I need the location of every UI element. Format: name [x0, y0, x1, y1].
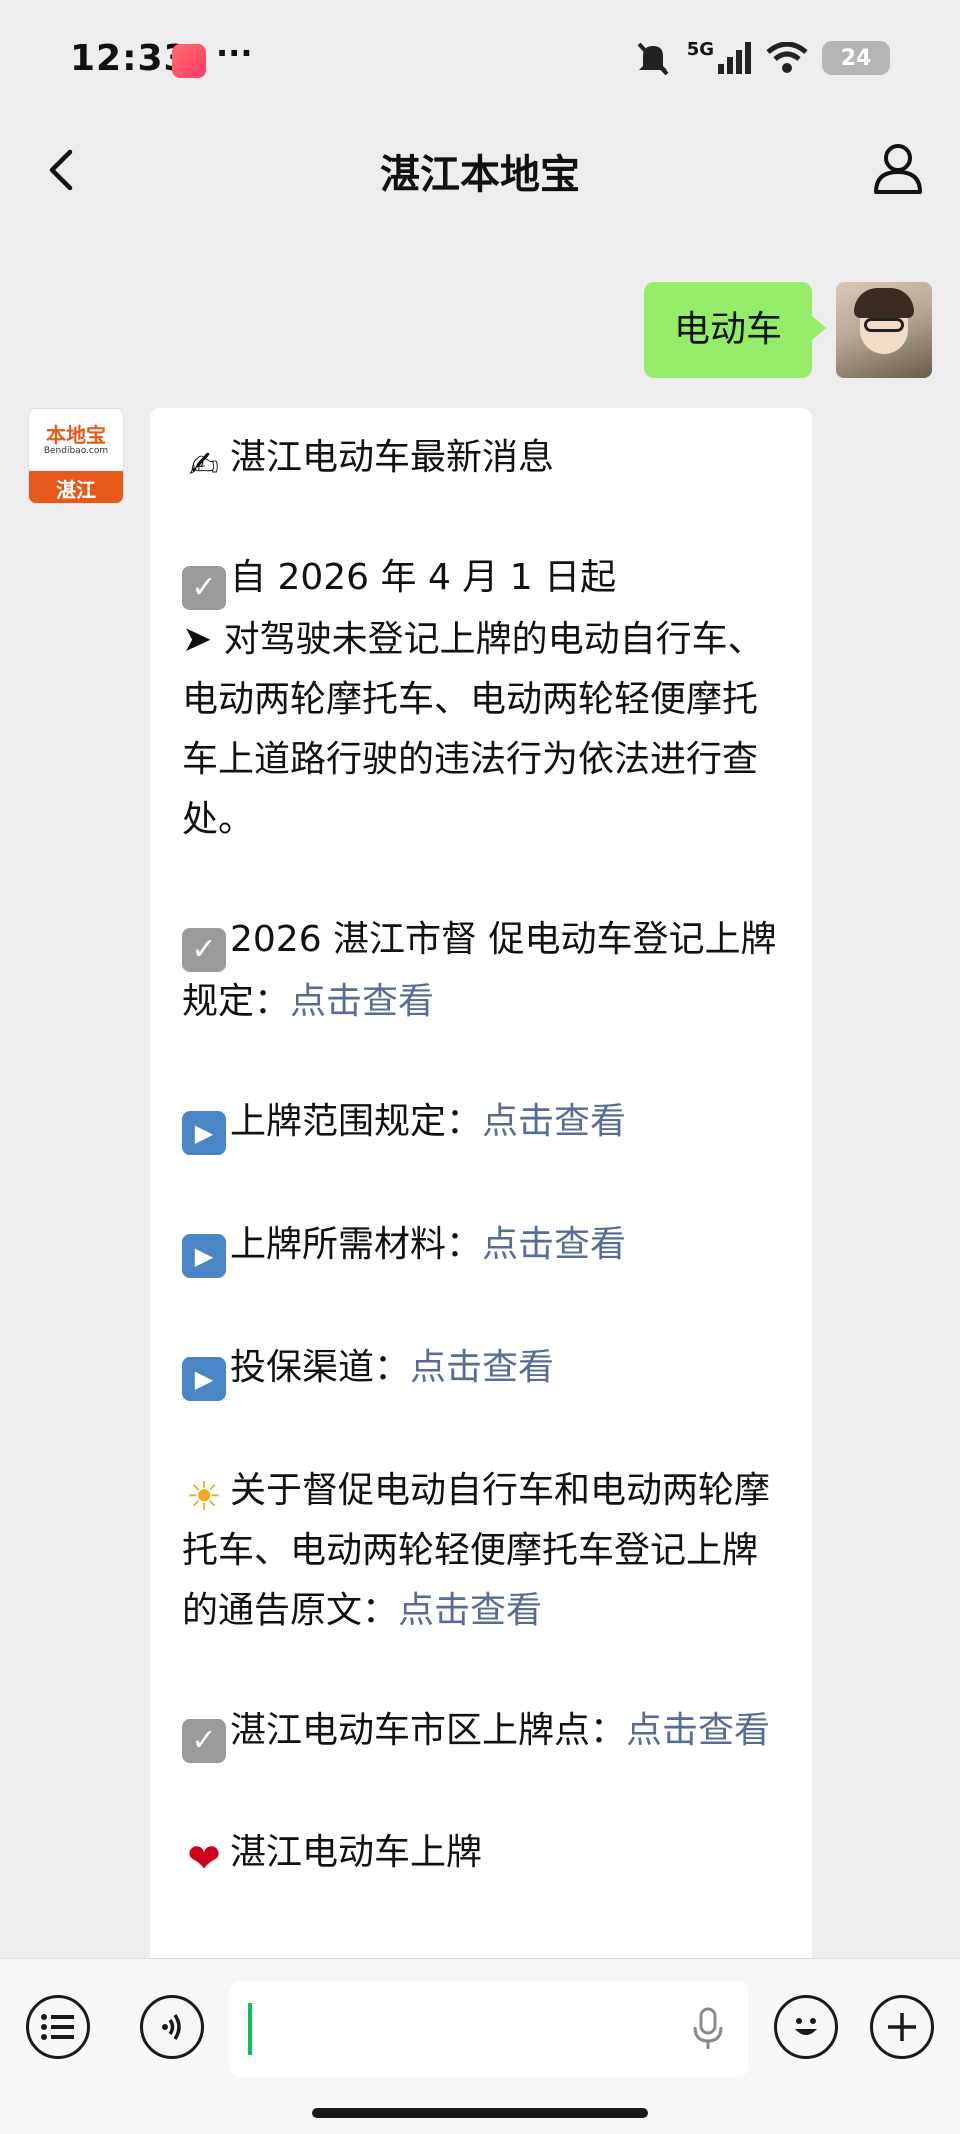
check-icon: ✓ — [182, 928, 226, 972]
view-link[interactable]: 点击查看 — [290, 981, 434, 1022]
message-line: ✓ 2026 湛江市督 促电动车登记上牌规定：点击查看 — [182, 919, 777, 1022]
message-line: ✓ 湛江电动车市区上牌点：点击查看 — [182, 1701, 782, 1763]
message-line: ▶ 投保渠道：点击查看 — [182, 1338, 782, 1401]
view-link[interactable]: 点击查看 — [482, 1101, 626, 1142]
message-input[interactable] — [230, 1981, 748, 2077]
heart-icon: ❤ — [187, 1836, 221, 1882]
user-message-bubble[interactable]: 电动车 — [643, 282, 827, 378]
avatar-brand-text: 本地宝 — [46, 423, 106, 447]
message-line: ✓ 自 2026 年 4 月 1 日起 — [182, 548, 782, 610]
view-link[interactable]: 点击查看 — [410, 1347, 554, 1388]
chat-header: 湛江本地宝 — [0, 120, 960, 220]
more-notifications-icon: ··· — [216, 34, 253, 72]
microphone-icon[interactable] — [692, 2007, 724, 2051]
message-line: ▶ 上牌所需材料：点击查看 — [182, 1215, 782, 1278]
person-icon[interactable] — [868, 138, 928, 198]
sun-icon: ☀ — [186, 1474, 222, 1520]
bot-avatar[interactable]: 本地宝 Bendibao.com 湛江 — [28, 408, 124, 504]
status-icons: 5G 24 — [633, 38, 890, 76]
emoji-icon[interactable] — [774, 1995, 838, 2059]
check-icon: ✓ — [182, 566, 226, 610]
plus-icon[interactable] — [870, 1995, 934, 2059]
message-line: ☀ 关于督促电动自行车和电动两轮摩托车、电动两轮轻便摩托车登记上牌的通告原文：点击… — [182, 1470, 771, 1631]
voice-icon[interactable] — [140, 1995, 204, 2059]
mute-icon — [637, 42, 669, 76]
view-link[interactable]: 点击查看 — [398, 1590, 542, 1631]
avatar-city-text: 湛江 — [29, 471, 123, 503]
play-icon: ▶ — [182, 1234, 226, 1278]
user-message-row: 电动车 — [643, 282, 932, 378]
notification-app-icon — [172, 44, 206, 78]
writing-hand-icon: ✍ — [188, 445, 220, 486]
home-indicator[interactable] — [312, 2108, 648, 2118]
view-link[interactable]: 点击查看 — [626, 1710, 770, 1751]
battery-indicator: 24 — [822, 41, 890, 75]
wifi-icon — [766, 42, 808, 73]
message-paragraph: ➤ 对驾驶未登记上牌的电动自行车、电动两轮摩托车、电动两轮轻便摩托车上道路行驶的… — [182, 619, 764, 840]
status-bar: 12:33 ··· 5G 24 — [0, 0, 960, 120]
user-avatar[interactable] — [836, 282, 932, 378]
message-line: ❤ 湛江电动车上牌 — [182, 1823, 782, 1883]
signal-icon — [718, 42, 751, 74]
chat-title: 湛江本地宝 — [380, 152, 580, 198]
bot-message-bubble[interactable]: ✍ 湛江电动车最新消息 ✓ 自 2026 年 4 月 1 日起 ➤ 对驾驶未登记上牌… — [150, 408, 812, 2008]
network-type-label: 5G — [686, 38, 714, 60]
check-icon: ✓ — [182, 1719, 226, 1763]
message-line: ▶ 上牌范围规定：点击查看 — [182, 1092, 782, 1155]
play-icon: ▶ — [182, 1357, 226, 1401]
avatar-url-text: Bendibao.com — [43, 446, 109, 456]
message-line: ✍ 湛江电动车最新消息 — [182, 428, 782, 488]
menu-list-icon[interactable] — [26, 1995, 90, 2059]
view-link[interactable]: 点击查看 — [482, 1224, 626, 1265]
text-caret — [248, 2003, 252, 2055]
play-icon: ▶ — [182, 1111, 226, 1155]
